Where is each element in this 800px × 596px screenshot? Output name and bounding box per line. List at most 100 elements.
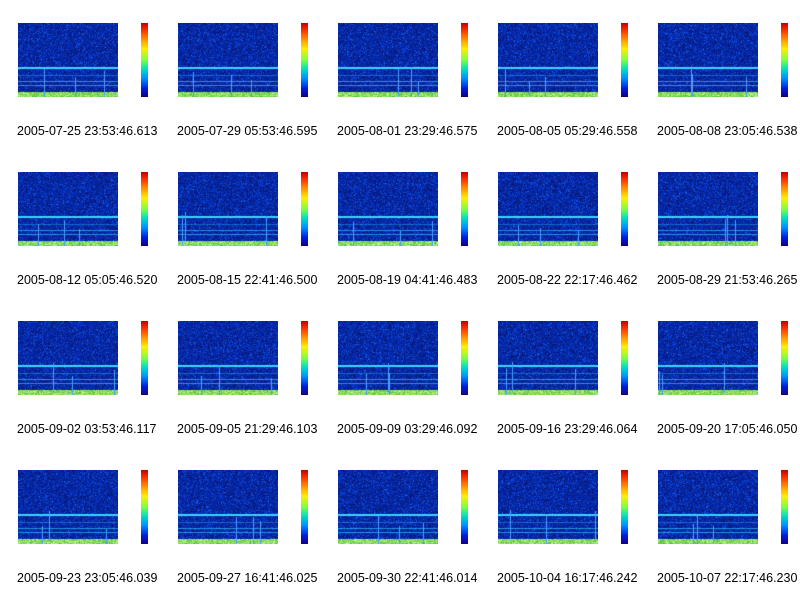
colorbar bbox=[301, 470, 308, 544]
panel-caption: 2005-09-05 21:29:46.103 bbox=[177, 422, 318, 436]
y-axis-ticks bbox=[482, 470, 492, 544]
spectrogram-panel: 2005-08-01 23:29:46.575 bbox=[320, 0, 480, 149]
y-axis-ticks bbox=[2, 470, 12, 544]
panel-caption: 2005-08-19 04:41:46.483 bbox=[337, 273, 478, 287]
y-axis-ticks bbox=[2, 23, 12, 97]
y-axis-ticks bbox=[642, 470, 652, 544]
spectrogram-panel: 2005-09-20 17:05:46.050 bbox=[640, 298, 800, 447]
plot-title-placeholder bbox=[680, 15, 760, 21]
plot-title-placeholder bbox=[520, 462, 600, 468]
spectrogram-grid: 2005-07-25 23:53:46.613 2005-07-29 05:53:… bbox=[0, 0, 800, 596]
spectrogram-panel: 2005-09-02 03:53:46.117 bbox=[0, 298, 160, 447]
spectrogram-image bbox=[658, 23, 758, 97]
panel-caption: 2005-09-16 23:29:46.064 bbox=[497, 422, 638, 436]
panel-caption: 2005-10-04 16:17:46.242 bbox=[497, 571, 638, 585]
spectrogram-image bbox=[18, 321, 118, 395]
colorbar bbox=[621, 172, 628, 246]
y-axis-ticks bbox=[482, 172, 492, 246]
y-axis-ticks bbox=[482, 321, 492, 395]
colorbar bbox=[141, 23, 148, 97]
colorbar bbox=[461, 321, 468, 395]
plot-title-placeholder bbox=[40, 164, 120, 170]
colorbar bbox=[621, 470, 628, 544]
colorbar bbox=[301, 321, 308, 395]
spectrogram-panel: 2005-08-12 05:05:46.520 bbox=[0, 149, 160, 298]
panel-caption: 2005-09-30 22:41:46.014 bbox=[337, 571, 478, 585]
y-axis-ticks bbox=[322, 23, 332, 97]
colorbar bbox=[141, 172, 148, 246]
y-axis-ticks bbox=[322, 470, 332, 544]
colorbar bbox=[621, 23, 628, 97]
spectrogram-image bbox=[338, 470, 438, 544]
y-axis-ticks bbox=[322, 321, 332, 395]
spectrogram-image bbox=[18, 470, 118, 544]
plot-title-placeholder bbox=[200, 15, 280, 21]
colorbar bbox=[461, 23, 468, 97]
colorbar bbox=[621, 321, 628, 395]
spectrogram-panel: 2005-08-08 23:05:46.538 bbox=[640, 0, 800, 149]
panel-caption: 2005-08-12 05:05:46.520 bbox=[17, 273, 158, 287]
spectrogram-image bbox=[178, 23, 278, 97]
panel-caption: 2005-08-22 22:17:46.462 bbox=[497, 273, 638, 287]
colorbar bbox=[461, 470, 468, 544]
spectrogram-image bbox=[338, 321, 438, 395]
plot-title-placeholder bbox=[680, 313, 760, 319]
spectrogram-panel: 2005-09-16 23:29:46.064 bbox=[480, 298, 640, 447]
y-axis-ticks bbox=[322, 172, 332, 246]
plot-title-placeholder bbox=[520, 313, 600, 319]
spectrogram-panel: 2005-09-09 03:29:46.092 bbox=[320, 298, 480, 447]
spectrogram-image bbox=[178, 172, 278, 246]
spectrogram-image bbox=[658, 470, 758, 544]
plot-title-placeholder bbox=[40, 462, 120, 468]
panel-caption: 2005-08-08 23:05:46.538 bbox=[657, 124, 798, 138]
y-axis-ticks bbox=[162, 172, 172, 246]
spectrogram-image bbox=[338, 23, 438, 97]
spectrogram-image bbox=[658, 321, 758, 395]
y-axis-ticks bbox=[2, 321, 12, 395]
spectrogram-panel: 2005-09-05 21:29:46.103 bbox=[160, 298, 320, 447]
plot-title-placeholder bbox=[360, 164, 440, 170]
panel-caption: 2005-09-23 23:05:46.039 bbox=[17, 571, 158, 585]
spectrogram-image bbox=[498, 321, 598, 395]
colorbar bbox=[781, 23, 788, 97]
panel-caption: 2005-10-07 22:17:46.230 bbox=[657, 571, 798, 585]
spectrogram-panel: 2005-10-04 16:17:46.242 bbox=[480, 447, 640, 596]
spectrogram-image bbox=[178, 470, 278, 544]
colorbar bbox=[301, 172, 308, 246]
y-axis-ticks bbox=[162, 470, 172, 544]
spectrogram-panel: 2005-09-23 23:05:46.039 bbox=[0, 447, 160, 596]
spectrogram-panel: 2005-07-25 23:53:46.613 bbox=[0, 0, 160, 149]
spectrogram-panel: 2005-08-29 21:53:46.265 bbox=[640, 149, 800, 298]
spectrogram-image bbox=[658, 172, 758, 246]
spectrogram-image bbox=[18, 172, 118, 246]
colorbar bbox=[301, 23, 308, 97]
panel-caption: 2005-09-27 16:41:46.025 bbox=[177, 571, 318, 585]
panel-caption: 2005-09-20 17:05:46.050 bbox=[657, 422, 798, 436]
plot-title-placeholder bbox=[200, 313, 280, 319]
spectrogram-panel: 2005-10-07 22:17:46.230 bbox=[640, 447, 800, 596]
spectrogram-panel: 2005-07-29 05:53:46.595 bbox=[160, 0, 320, 149]
y-axis-ticks bbox=[642, 321, 652, 395]
plot-title-placeholder bbox=[200, 164, 280, 170]
spectrogram-panel: 2005-08-05 05:29:46.558 bbox=[480, 0, 640, 149]
colorbar bbox=[141, 321, 148, 395]
plot-title-placeholder bbox=[680, 164, 760, 170]
spectrogram-image bbox=[498, 23, 598, 97]
panel-caption: 2005-07-25 23:53:46.613 bbox=[17, 124, 158, 138]
spectrogram-image bbox=[18, 23, 118, 97]
spectrogram-image bbox=[498, 470, 598, 544]
plot-title-placeholder bbox=[360, 313, 440, 319]
panel-caption: 2005-08-05 05:29:46.558 bbox=[497, 124, 638, 138]
plot-title-placeholder bbox=[40, 313, 120, 319]
y-axis-ticks bbox=[482, 23, 492, 97]
plot-title-placeholder bbox=[200, 462, 280, 468]
colorbar bbox=[781, 172, 788, 246]
y-axis-ticks bbox=[162, 23, 172, 97]
spectrogram-panel: 2005-08-22 22:17:46.462 bbox=[480, 149, 640, 298]
spectrogram-image bbox=[178, 321, 278, 395]
panel-caption: 2005-08-29 21:53:46.265 bbox=[657, 273, 798, 287]
colorbar bbox=[141, 470, 148, 544]
spectrogram-panel: 2005-09-30 22:41:46.014 bbox=[320, 447, 480, 596]
plot-title-placeholder bbox=[520, 15, 600, 21]
panel-caption: 2005-08-15 22:41:46.500 bbox=[177, 273, 318, 287]
